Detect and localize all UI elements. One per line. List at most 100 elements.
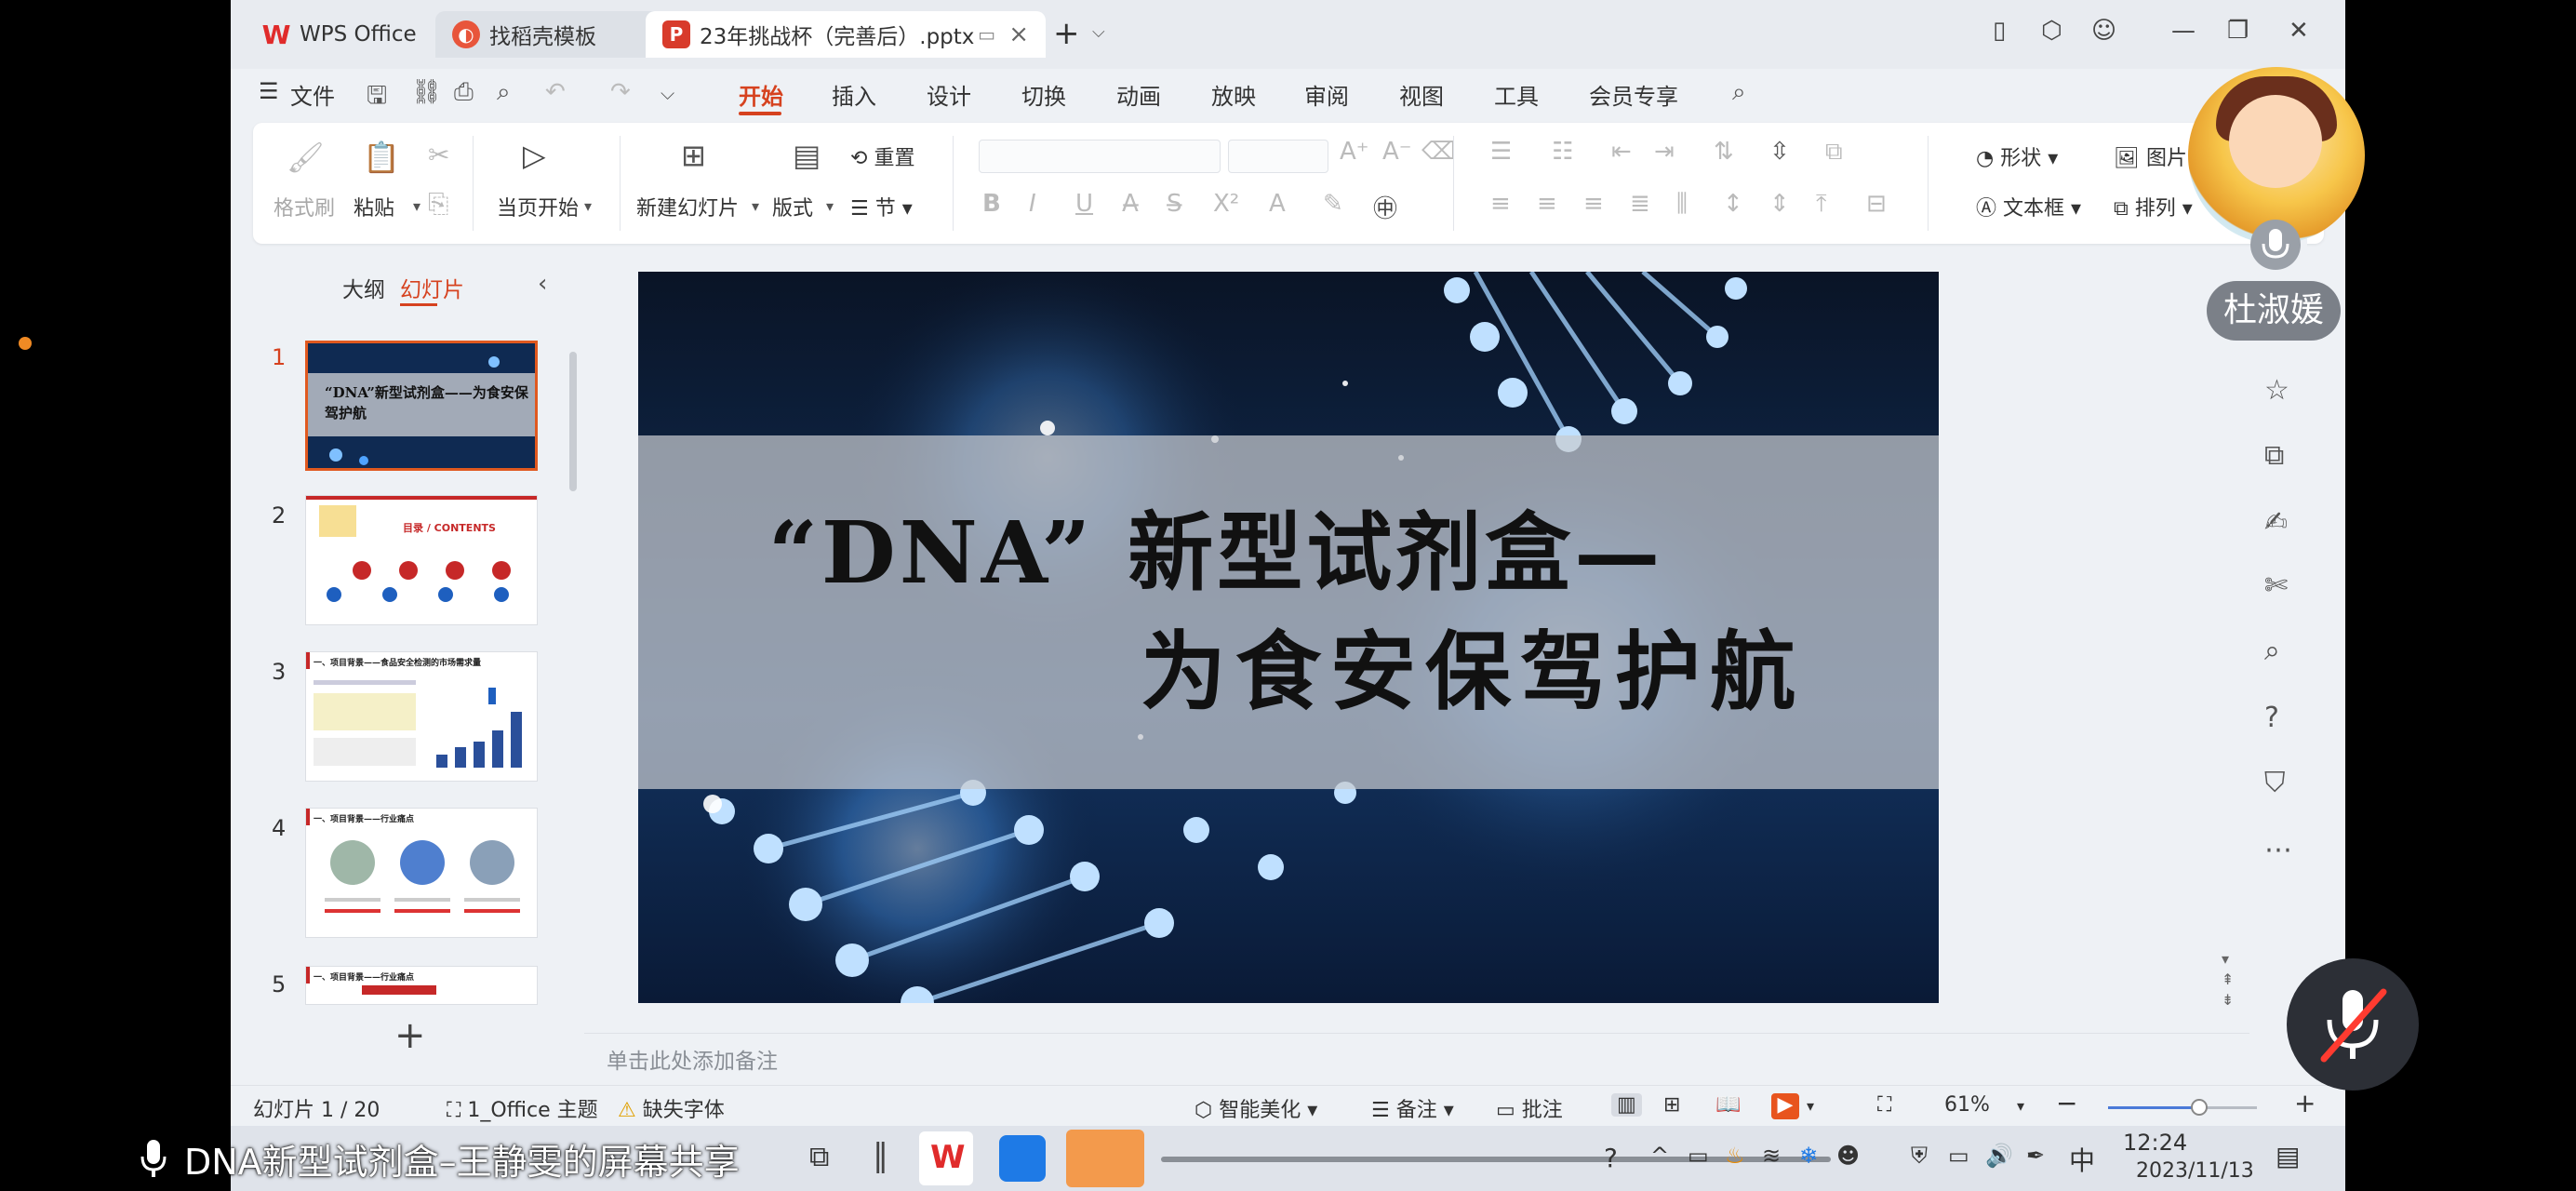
save-icon[interactable]: 🖫	[367, 78, 387, 119]
tab-wps-office[interactable]: W WPS Office	[246, 11, 432, 58]
slide-thumbnail-2[interactable]: 目录 / CONTENTS	[305, 495, 538, 625]
play-dropdown-icon[interactable]: ▾	[584, 197, 592, 215]
print-preview-icon[interactable]: ⌕	[497, 78, 511, 107]
chevron-down-icon[interactable]: ⌵	[1092, 22, 1105, 42]
slide-thumbnail-4[interactable]: 一、项目背景——行业痛点	[305, 808, 538, 938]
menu-tools[interactable]: 工具	[1494, 78, 1539, 111]
fit-window-icon[interactable]: ⛶	[1877, 1093, 1891, 1117]
layout-dropdown-icon[interactable]: ▾	[826, 197, 834, 215]
font-size-combo[interactable]	[1228, 140, 1328, 173]
format-painter-button[interactable]: 格式刷	[274, 192, 335, 221]
snowflake-tray-icon[interactable]: ❄	[1799, 1143, 1818, 1169]
menu-review[interactable]: 审阅	[1304, 78, 1349, 111]
phonetic-icon[interactable]: ㊥	[1373, 190, 1397, 224]
shield-tray-icon[interactable]: ⛨	[1911, 1143, 1928, 1169]
tools-icon[interactable]: ✄	[2264, 569, 2288, 602]
folder-tray-icon[interactable]: ▭	[1688, 1143, 1709, 1169]
slide-thumbnail-1[interactable]: “DNA”新型试剂盒——为食安保驾护航	[305, 341, 538, 471]
task-view-icon[interactable]: ⧉	[809, 1141, 829, 1173]
new-tab-button[interactable]: +	[1053, 15, 1080, 52]
normal-view-icon[interactable]: ▥	[1611, 1093, 1642, 1117]
zoom-slider[interactable]	[2108, 1099, 2257, 1116]
current-slide[interactable]: “DNA” 新型试剂盒— 为食安保驾护航	[638, 272, 1939, 1003]
hamburger-icon[interactable]: ☰	[259, 78, 279, 104]
close-window-icon[interactable]: ✕	[2289, 17, 2309, 45]
more-icon[interactable]: ⋯	[2264, 834, 2292, 866]
redo-icon[interactable]: ↷	[610, 78, 631, 106]
arrange-button[interactable]: ⧉ 排列 ▾	[2114, 192, 2193, 221]
layout-button[interactable]: 版式	[772, 192, 813, 221]
section-button[interactable]: ☰ 节 ▾	[850, 192, 913, 221]
menu-slideshow[interactable]: 放映	[1211, 78, 1256, 111]
font-grow-icon[interactable]: A⁺	[1340, 138, 1369, 166]
font-color-icon[interactable]: A	[1269, 190, 1286, 218]
strikethrough-icon[interactable]: A̶	[1122, 190, 1139, 218]
search-icon[interactable]: ⌕	[1732, 78, 1746, 107]
app-tray-icon[interactable]: ☻	[1836, 1143, 1860, 1169]
slide-title-line-1[interactable]: “DNA” 新型试剂盒—	[768, 484, 1663, 608]
thumbnail-scrollbar[interactable]	[569, 352, 577, 491]
menu-transition[interactable]: 切换	[1021, 78, 1066, 111]
text-direction-icon[interactable]: ⇅	[1714, 138, 1734, 166]
clock-date[interactable]: 2023/11/13	[2136, 1159, 2254, 1183]
notes-toggle-button[interactable]: ☰ 备注 ▾	[1371, 1093, 1454, 1123]
slide-sorter-icon[interactable]: ⊞	[1663, 1093, 1680, 1117]
slide-title-line-2[interactable]: 为食安保驾护航	[1141, 603, 1805, 727]
input-method-indicator[interactable]: 中	[2069, 1141, 2095, 1178]
media-app-icon[interactable]	[1066, 1130, 1144, 1187]
user-avatar-icon[interactable]: ☺	[2091, 17, 2116, 45]
font-shrink-icon[interactable]: A⁻	[1382, 138, 1412, 166]
menu-home[interactable]: 开始	[739, 78, 783, 111]
theme-indicator[interactable]: ⛶ 1_Office 主题	[447, 1093, 598, 1123]
mute-microphone-button[interactable]	[2287, 958, 2419, 1091]
play-slideshow-icon[interactable]: ▶	[1771, 1093, 1799, 1119]
zoom-level[interactable]: 61%	[1944, 1093, 1990, 1117]
notes-pane[interactable]: 单击此处添加备注	[584, 1033, 2249, 1085]
shadow-s-icon[interactable]: S̶	[1167, 190, 1182, 218]
underline-icon[interactable]: U	[1075, 190, 1093, 218]
paragraph-spacing-icon[interactable]: ⇕	[1769, 190, 1790, 218]
font-name-combo[interactable]	[979, 140, 1221, 173]
battery-tray-icon[interactable]: ▭	[1948, 1143, 1969, 1169]
help-tray-icon[interactable]: ?	[1604, 1143, 1618, 1173]
flame-tray-icon[interactable]: ♨	[1725, 1143, 1745, 1169]
star-icon[interactable]: ☆	[2264, 374, 2289, 407]
menu-insert[interactable]: 插入	[832, 78, 876, 111]
minimize-icon[interactable]: —	[2171, 17, 2196, 45]
link-icon[interactable]: ⛓	[411, 78, 442, 106]
shirt-icon[interactable]: ⛉	[2264, 767, 2286, 799]
picture-button[interactable]: 🖼 图片	[2114, 141, 2187, 171]
print-icon[interactable]: ⎙	[454, 78, 474, 107]
monitor-icon[interactable]: ▭	[978, 23, 995, 46]
menu-view[interactable]: 视图	[1399, 78, 1444, 111]
clear-format-icon[interactable]: ⌫	[1421, 138, 1456, 166]
comments-button[interactable]: ▭ 批注	[1496, 1093, 1563, 1123]
columns-icon[interactable]: ⊟	[1866, 190, 1887, 218]
notification-icon[interactable]: ▤	[2276, 1141, 2300, 1171]
zoom-dropdown-icon[interactable]: ▾	[2017, 1097, 2024, 1115]
copy-icon[interactable]: ⎘	[428, 188, 448, 220]
play-from-current-button[interactable]: 当页开始	[497, 192, 579, 221]
collapse-panel-icon[interactable]: ‹	[538, 270, 547, 298]
zoom-out-icon[interactable]: −	[2056, 1088, 2077, 1118]
new-slide-dropdown-icon[interactable]: ▾	[752, 197, 759, 215]
missing-font-indicator[interactable]: ⚠ 缺失字体	[618, 1093, 725, 1123]
increase-indent-icon[interactable]: ⇥	[1654, 138, 1675, 166]
quick-access-more-icon[interactable]: ⌵	[661, 82, 674, 104]
slideshow-dropdown-icon[interactable]: ▾	[1807, 1097, 1814, 1115]
close-tab-icon[interactable]: ×	[1008, 20, 1029, 48]
volume-tray-icon[interactable]: 🔊	[1985, 1143, 2013, 1169]
smart-beautify-button[interactable]: ⬡ 智能美化 ▾	[1195, 1093, 1317, 1123]
wps-taskbar-icon[interactable]: W	[919, 1131, 973, 1185]
tab-current-document[interactable]: P 23年挑战杯（完善后）.pptx ▭ ×	[646, 11, 1046, 58]
paste-button[interactable]: 粘贴	[354, 192, 394, 221]
align-right-icon[interactable]: ≡	[1583, 190, 1604, 218]
menu-member[interactable]: 会员专享	[1589, 78, 1678, 111]
panel-toggle-icon[interactable]: ▯	[1993, 17, 2006, 45]
meeting-app-icon[interactable]	[999, 1135, 1046, 1182]
superscript-icon[interactable]: X²	[1213, 190, 1239, 218]
line-spacing-icon[interactable]: ↕	[1723, 190, 1743, 218]
tab-slides[interactable]: 幻灯片	[400, 272, 464, 303]
vertical-align-icon[interactable]: ⤒	[1816, 190, 1827, 219]
sort-icon[interactable]: ⇳	[1769, 138, 1790, 166]
